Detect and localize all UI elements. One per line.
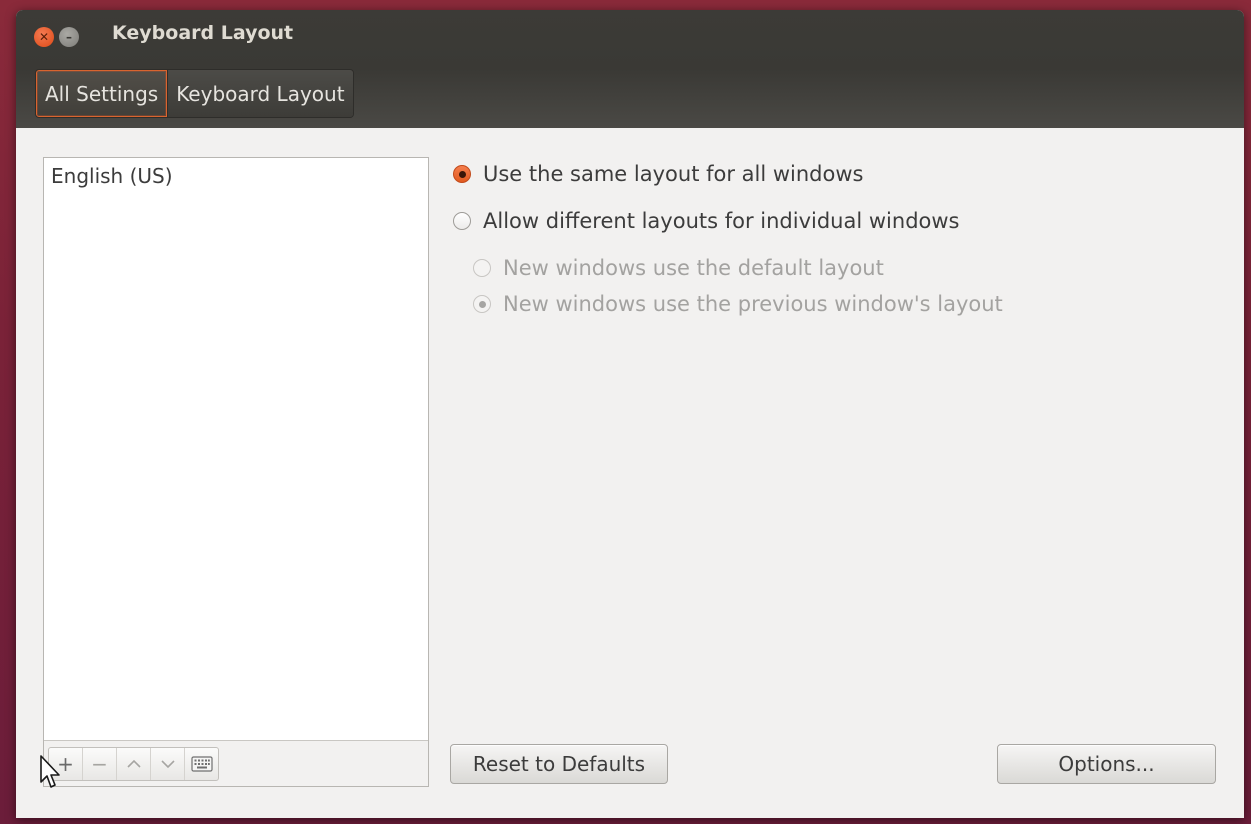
titlebar: ✕ – Keyboard Layout All Settings Keyboar… bbox=[16, 10, 1244, 128]
layout-list: English (US) + − bbox=[43, 157, 429, 787]
reset-to-defaults-button[interactable]: Reset to Defaults bbox=[450, 744, 668, 784]
new-windows-previous-label: New windows use the previous window's la… bbox=[503, 292, 1003, 316]
move-down-button[interactable] bbox=[151, 747, 185, 780]
same-layout-label: Use the same layout for all windows bbox=[483, 162, 864, 186]
list-item[interactable]: English (US) bbox=[44, 158, 428, 194]
keyboard-layout-window: ✕ – Keyboard Layout All Settings Keyboar… bbox=[16, 10, 1244, 818]
minimize-icon[interactable]: – bbox=[59, 27, 79, 47]
new-windows-previous-radio[interactable] bbox=[473, 295, 491, 313]
breadcrumb: All Settings Keyboard Layout bbox=[35, 69, 354, 118]
new-windows-default-label: New windows use the default layout bbox=[503, 256, 884, 280]
new-windows-default-radio[interactable] bbox=[473, 259, 491, 277]
different-layouts-option[interactable]: Allow different layouts for individual w… bbox=[453, 209, 960, 233]
minus-icon: − bbox=[91, 751, 108, 776]
same-layout-radio[interactable] bbox=[453, 165, 471, 183]
layout-toolbar-buttons: + − bbox=[48, 746, 219, 781]
chevron-down-icon bbox=[160, 759, 175, 768]
same-layout-option[interactable]: Use the same layout for all windows bbox=[453, 162, 863, 186]
different-layouts-label: Allow different layouts for individual w… bbox=[483, 209, 960, 233]
different-layouts-radio[interactable] bbox=[453, 212, 471, 230]
window-title: Keyboard Layout bbox=[112, 22, 294, 44]
remove-layout-button[interactable]: − bbox=[83, 747, 117, 780]
new-windows-previous-option[interactable]: New windows use the previous window's la… bbox=[473, 292, 1003, 316]
options-button[interactable]: Options... bbox=[997, 744, 1216, 784]
window-controls: ✕ – bbox=[34, 27, 79, 47]
chevron-up-icon bbox=[126, 759, 141, 768]
breadcrumb-all-settings[interactable]: All Settings bbox=[36, 70, 168, 117]
keyboard-icon bbox=[190, 755, 213, 772]
layout-list-toolbar: + − bbox=[44, 740, 428, 786]
new-windows-default-option[interactable]: New windows use the default layout bbox=[473, 256, 884, 280]
move-up-button[interactable] bbox=[117, 747, 151, 780]
mouse-pointer-icon bbox=[40, 755, 60, 788]
close-icon[interactable]: ✕ bbox=[34, 27, 54, 47]
breadcrumb-keyboard-layout[interactable]: Keyboard Layout bbox=[167, 70, 353, 117]
keyboard-preview-button[interactable] bbox=[185, 748, 218, 780]
